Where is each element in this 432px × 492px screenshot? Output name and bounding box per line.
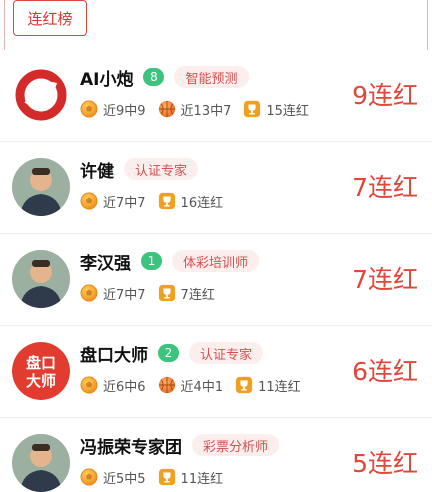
expert-name[interactable]: 冯振荣专家团 [80,433,182,458]
avatar[interactable] [12,158,70,216]
streak-count: 7连红 [352,265,418,294]
expert-name-line: 盘口大师 2 认证专家 [80,340,264,366]
stat-item: 近7中7 [80,192,146,211]
avatar[interactable] [12,434,70,492]
stat-text: 近6中6 [103,379,146,395]
expert-row[interactable]: 许健 认证专家近7中7 16连红 7连红 [0,142,432,234]
streak-count: 9连红 [352,81,418,110]
stat-text: 近9中9 [103,103,146,119]
stat-item: 11连红 [235,376,301,395]
stat-item: 11连红 [158,468,224,487]
stat-item: 近6中6 [80,376,146,395]
expert-stats: 近6中6 近4中1 11连红 [80,374,313,396]
expert-title-tag: 认证专家 [189,342,264,364]
stat-text: 近4中1 [180,379,224,395]
stat-item: 近4中1 [158,376,224,395]
expert-name-line: 冯振荣专家团 彩票分析师 [80,432,280,458]
stat-item: 7连红 [158,284,215,303]
expert-row[interactable]: 冯振荣专家团 彩票分析师近5中5 11连红 5连红 [0,418,432,492]
football-icon [80,468,98,486]
expert-stats: 近9中9 近13中7 15连红 [80,98,321,120]
stat-text: 15连红 [266,103,309,119]
expert-name[interactable]: AI小炮 [80,65,133,90]
stat-item: 近13中7 [158,100,232,119]
level-badge: 1 [141,252,162,270]
expert-row[interactable]: 李汉强 1 体彩培训师近7中7 7连红 7连红 [0,234,432,326]
stat-text: 近7中7 [103,195,146,211]
stat-item: 近5中5 [80,468,146,487]
expert-name-line: 李汉强 1 体彩培训师 [80,248,260,274]
football-icon [80,284,98,302]
football-icon [80,100,98,118]
stat-item: 近9中9 [80,100,146,119]
stat-text: 近7中7 [103,287,146,303]
level-badge: 8 [143,68,165,86]
football-icon [80,376,98,394]
tab-streak-ranking[interactable]: 连红榜 [13,0,87,36]
trophy-icon [243,100,261,118]
expert-stats: 近5中5 11连红 [80,466,235,488]
svg-text:大师: 大师 [26,372,56,390]
streak-count: 5连红 [352,449,418,478]
basketball-icon [158,100,176,118]
expert-row[interactable]: AI小炮 8 智能预测近9中9 近13中7 15连红 9连红 [0,50,432,142]
avatar[interactable]: 盘口 大师 [12,342,70,400]
stat-text: 近13中7 [180,103,232,119]
expert-name[interactable]: 盘口大师 [80,341,148,366]
streak-count: 6连红 [352,357,418,386]
stat-item: 15连红 [243,100,309,119]
expert-row[interactable]: 盘口 大师 盘口大师 2 认证专家 近6中6 近4中1 11连红 6连红 [0,326,432,418]
expert-title-tag: 体彩培训师 [172,250,260,272]
avatar[interactable] [12,250,70,308]
expert-name[interactable]: 许健 [80,157,114,182]
stat-item: 16连红 [158,192,224,211]
svg-text:盘口: 盘口 [26,354,56,372]
stat-text: 11连红 [258,379,301,395]
avatar[interactable] [12,66,70,124]
trophy-icon [158,468,176,486]
expert-name[interactable]: 李汉强 [80,249,131,274]
stat-text: 16连红 [180,195,224,211]
trophy-icon [158,192,176,210]
expert-title-tag: 认证专家 [124,158,199,180]
stat-text: 近5中5 [103,471,146,487]
trophy-icon [158,284,176,302]
expert-name-line: AI小炮 8 智能预测 [80,64,249,90]
football-icon [80,192,98,210]
expert-title-tag: 彩票分析师 [192,434,280,456]
stat-text: 11连红 [180,471,224,487]
level-badge: 2 [158,344,179,362]
expert-stats: 近7中7 16连红 [80,190,235,212]
basketball-icon [158,376,176,394]
stat-text: 7连红 [180,287,215,303]
stat-item: 近7中7 [80,284,146,303]
expert-name-line: 许健 认证专家 [80,156,199,182]
expert-stats: 近7中7 7连红 [80,282,227,304]
streak-count: 7连红 [352,173,418,202]
expert-title-tag: 智能预测 [174,66,249,88]
trophy-icon [235,376,253,394]
